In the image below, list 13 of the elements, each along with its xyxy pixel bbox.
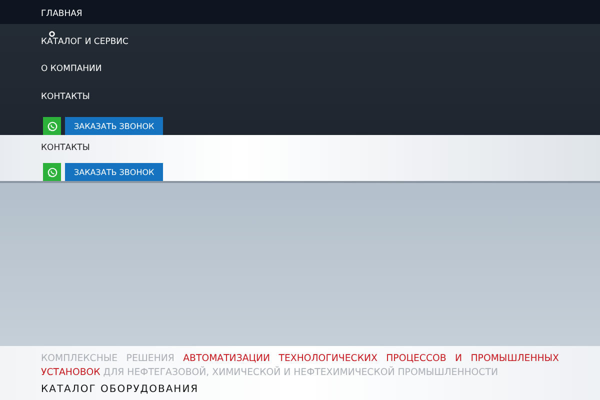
tagline-text: КОМПЛЕКСНЫЕ РЕШЕНИЯ АВТОМАТИЗАЦИИ ТЕХНОЛОГИЧЕСКИХ ПРОЦЕССОВ И ПРОМЫШЛЕННЫХ УСТАНОВОК ДЛЯ НЕФТЕГАЗОВОЙ, ХИМИЧЕСКОЙ И НЕФТЕХИМИЧЕСКОЙ ПРОМЫШЛЕННОСТИ — [41, 352, 559, 380]
callback-button[interactable]: ЗАКАЗАТЬ ЗВОНОК — [65, 117, 164, 135]
nav-link[interactable]: КОНТАКТЫ — [41, 90, 90, 117]
whatsapp-icon — [46, 120, 58, 132]
nav-link[interactable]: О КОМПАНИИ — [41, 62, 102, 90]
whatsapp-button[interactable] — [43, 163, 61, 181]
nav-link[interactable]: КАТАЛОГ И СЕРВИС — [41, 34, 128, 62]
callback-button[interactable]: ЗАКАЗАТЬ ЗВОНОК — [65, 163, 164, 181]
nav-link[interactable]: ГЛАВНАЯ — [41, 7, 82, 34]
section-heading: КАТАЛОГ ОБОРУДОВАНИЯ — [41, 384, 199, 396]
whatsapp-button[interactable] — [43, 117, 61, 135]
nav-link[interactable]: КОНТАКТЫ — [41, 141, 90, 163]
whatsapp-icon — [46, 166, 58, 178]
